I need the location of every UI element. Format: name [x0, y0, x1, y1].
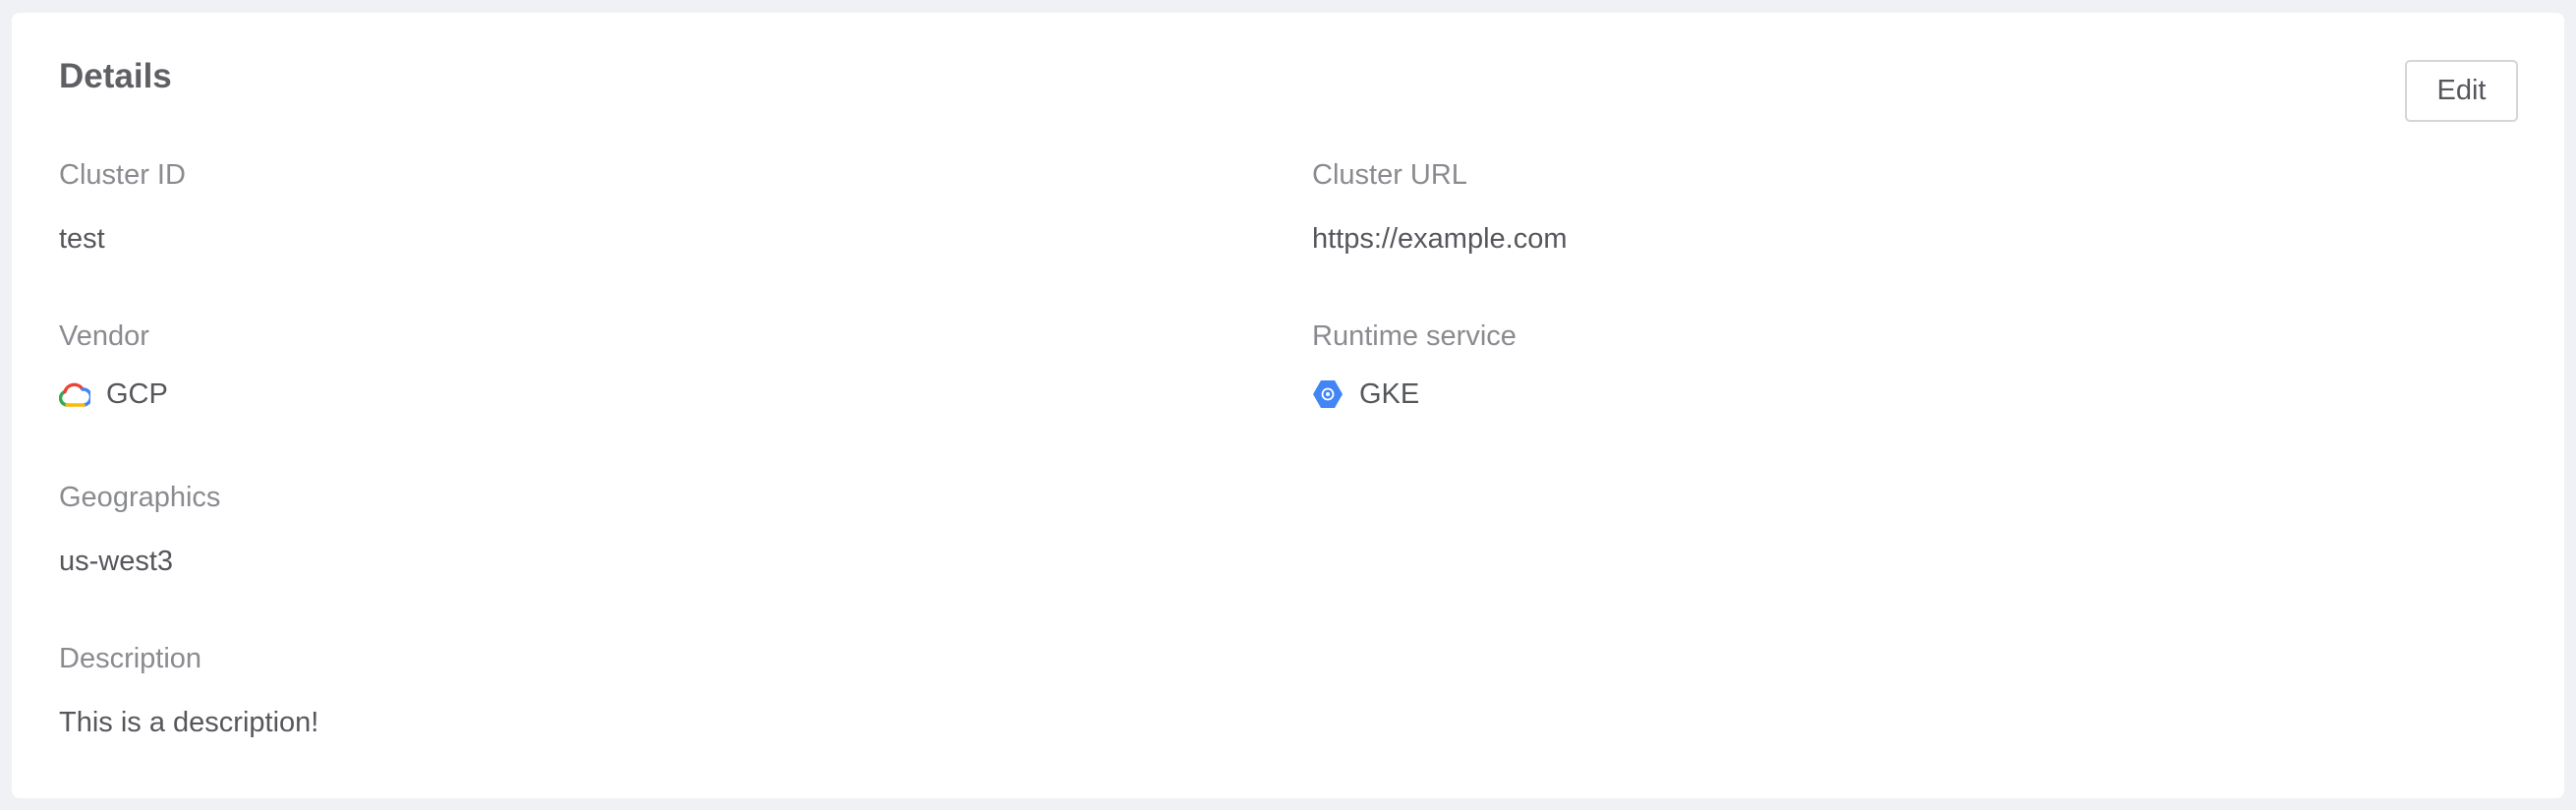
- gke-hexagon-icon: [1312, 378, 1344, 410]
- vendor-value-text: GCP: [106, 377, 168, 410]
- vendor-value: GCP: [59, 378, 168, 410]
- geographics-label: Geographics: [59, 482, 221, 513]
- geographics-value: us-west3: [59, 546, 174, 577]
- runtime-service-value: GKE: [1312, 378, 1419, 410]
- description-value: This is a description!: [59, 707, 319, 738]
- description-label: Description: [59, 643, 202, 674]
- cluster-url-value: https://example.com: [1312, 223, 1568, 255]
- edit-button[interactable]: Edit: [2405, 60, 2518, 122]
- cluster-url-label: Cluster URL: [1312, 159, 1467, 191]
- runtime-service-value-text: GKE: [1359, 377, 1420, 410]
- details-card: Details Edit Cluster ID test Cluster URL…: [12, 13, 2564, 798]
- cluster-id-label: Cluster ID: [59, 159, 186, 191]
- vendor-label: Vendor: [59, 320, 149, 352]
- runtime-service-label: Runtime service: [1312, 320, 1517, 352]
- card-title: Details: [59, 57, 172, 95]
- gcp-cloud-icon: [59, 378, 90, 410]
- cluster-id-value: test: [59, 223, 105, 255]
